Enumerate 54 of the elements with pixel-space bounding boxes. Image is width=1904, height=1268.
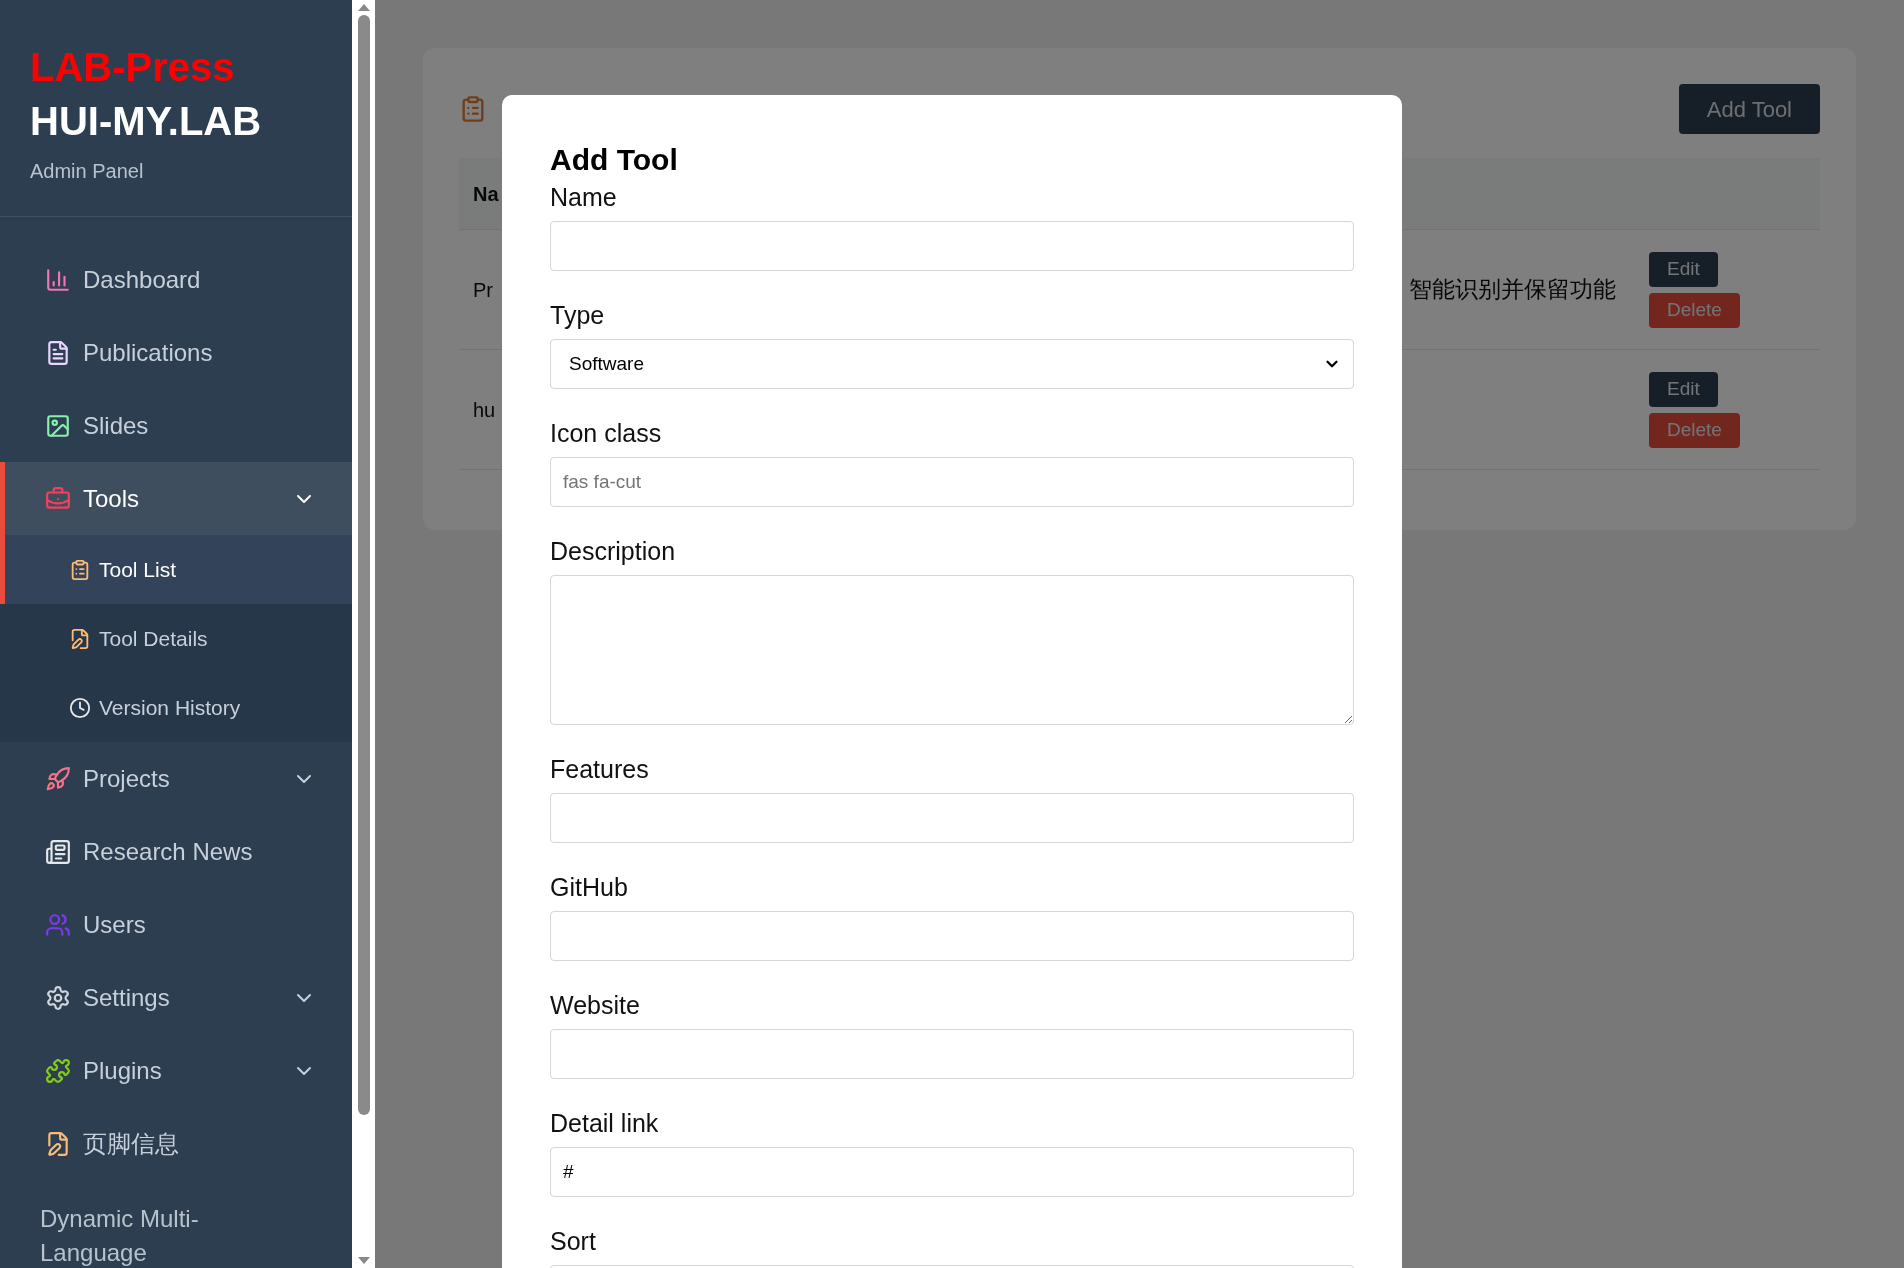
field-label: Website <box>550 990 641 1021</box>
sidebar-item[interactable]: Publications <box>0 316 352 389</box>
field-label: Features <box>550 754 650 785</box>
text-field[interactable] <box>550 911 1354 961</box>
dialog-title: Add Tool <box>550 142 679 178</box>
sidebar-item[interactable]: Dashboard <box>0 243 352 316</box>
sidebar-section-heading: Dynamic Multi-Language <box>39 1204 200 1268</box>
clipboard-icon <box>69 558 91 581</box>
sidebar-item[interactable]: Research News <box>0 815 352 888</box>
field-label: Icon class <box>550 418 663 449</box>
sidebar-item[interactable]: Tools <box>0 462 352 535</box>
field-label: Name <box>550 182 618 213</box>
picture-icon <box>45 412 71 439</box>
table-cell-text: Pr <box>472 277 494 303</box>
sidebar-item[interactable]: Users <box>0 888 352 961</box>
sidebar-item[interactable]: Projects <box>0 742 352 815</box>
sidebar-item[interactable]: 页脚信息 <box>0 1107 352 1180</box>
table-cell-text: hu <box>472 397 497 423</box>
text-field[interactable]: fas fa-cut <box>550 457 1354 507</box>
bar-chart-icon <box>45 266 71 293</box>
field-label: Detail link <box>550 1108 660 1139</box>
sidebar-item[interactable]: Plugins <box>0 1034 352 1107</box>
sidebar-item[interactable]: Slides <box>0 389 352 462</box>
toolbox-icon <box>45 485 71 512</box>
text-field[interactable] <box>550 793 1354 843</box>
submenu-item[interactable]: Tool Details <box>0 604 352 673</box>
rocket-icon <box>45 765 71 792</box>
puzzle-icon <box>45 1057 71 1084</box>
panel-subtitle: Admin Panel <box>30 159 145 184</box>
edit-button[interactable]: Edit <box>1649 251 1718 287</box>
document-pen-icon <box>45 1130 71 1157</box>
table-cell-text: 智能识别并保留功能 <box>1409 275 1617 305</box>
site-title: HUI-MY.LAB <box>30 98 263 145</box>
gear-icon <box>45 984 71 1011</box>
brand-title: LAB-Press <box>30 44 236 91</box>
document-icon <box>45 339 71 366</box>
sidebar-item[interactable]: Settings <box>0 961 352 1034</box>
column-header: Na <box>473 181 499 207</box>
newspaper-icon <box>45 838 71 865</box>
field-label: Description <box>550 536 677 567</box>
field-label: GitHub <box>550 872 629 903</box>
clock-icon <box>69 696 91 719</box>
submenu-item[interactable]: Tool List <box>0 535 352 604</box>
field-label: Type <box>550 300 606 331</box>
submenu-item[interactable]: Version History <box>0 673 352 742</box>
users-icon <box>45 911 71 938</box>
field-label: Sort <box>550 1226 597 1257</box>
text-field[interactable]: # <box>550 1147 1354 1197</box>
type-select[interactable]: Software <box>550 339 1354 389</box>
edit-button[interactable]: Edit <box>1649 371 1718 407</box>
document-pen-icon <box>69 627 91 650</box>
scrollbar-thumb[interactable] <box>357 15 370 1115</box>
text-field[interactable] <box>550 1029 1354 1079</box>
text-field[interactable] <box>550 221 1354 271</box>
